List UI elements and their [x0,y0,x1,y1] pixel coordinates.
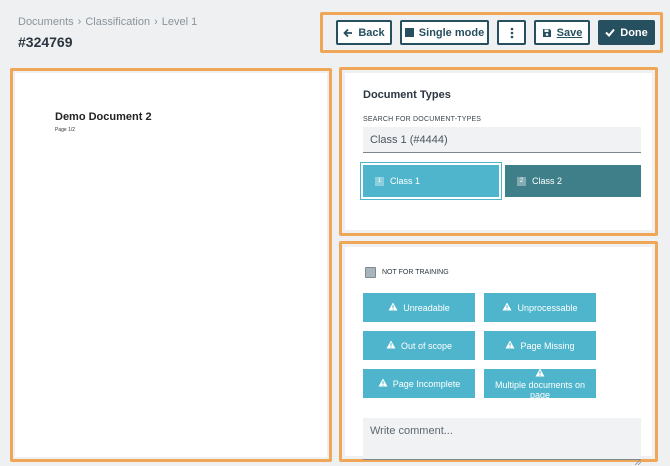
document-types-panel: Document Types SEARCH FOR DOCUMENT-TYPES… [339,67,658,236]
unreadable-label: Unreadable [403,302,450,313]
class-label: Class 1 [390,176,421,186]
document-title: Demo Document 2 [55,111,152,123]
back-label: Back [358,26,385,39]
single-mode-button[interactable]: Single mode [400,20,489,45]
not-for-training-label: NOT FOR TRAINING [382,269,449,276]
save-button[interactable]: Save [534,20,590,45]
page-missing-button[interactable]: Page Missing [484,331,596,360]
page-missing-label: Page Missing [520,340,575,351]
unreadable-button[interactable]: Unreadable [363,293,475,322]
page-incomplete-button[interactable]: Page Incomplete [363,369,475,398]
warning-triangle-icon [378,378,388,389]
back-button[interactable]: Back [336,20,392,45]
document-id: #324769 [18,34,73,50]
breadcrumb: Documents › Classification › Level 1 [18,16,197,28]
floppy-disk-icon [542,28,552,38]
class-label: Class 2 [532,176,563,186]
document-types-title: Document Types [363,89,451,101]
out-of-scope-button[interactable]: Out of scope [363,331,475,360]
breadcrumb-separator: › [154,16,158,28]
square-icon [404,28,414,37]
unprocessable-label: Unprocessable [517,302,578,313]
warning-triangle-icon [502,302,512,313]
not-for-training-option[interactable]: NOT FOR TRAINING [365,267,449,278]
document-issues-panel: NOT FOR TRAINING Unreadable Unprocessabl… [339,241,658,466]
warning-triangle-icon [386,340,396,351]
document-preview-panel: Demo Document 2 Page 1/2 [10,68,332,462]
page-indicator: Page 1/2 [55,127,76,133]
toolbar: Back Single mode Save Done [320,12,663,53]
unprocessable-button[interactable]: Unprocessable [484,293,596,322]
arrow-left-icon [343,28,353,38]
save-label: Save [556,26,583,39]
resize-handle-icon[interactable] [634,452,642,466]
warning-triangle-icon [505,340,515,351]
comment-textarea[interactable]: Write comment... [363,418,641,460]
warning-triangle-icon [388,302,398,313]
done-label: Done [620,26,648,39]
page-incomplete-label: Page Incomplete [392,378,461,389]
breadcrumb-separator: › [77,16,82,28]
shortcut-badge: 1 [375,176,384,186]
not-for-training-checkbox[interactable] [365,267,376,278]
search-label: SEARCH FOR DOCUMENT-TYPES [363,116,482,123]
breadcrumb-documents[interactable]: Documents [18,16,74,28]
single-mode-label: Single mode [418,26,485,39]
multiple-documents-label: Multiple documents on page [494,379,586,400]
shortcut-badge: 2 [517,176,526,186]
breadcrumb-classification[interactable]: Classification [85,16,150,28]
warning-triangle-icon [535,368,545,379]
class-2-button[interactable]: 2 Class 2 [505,165,641,197]
breadcrumb-level: Level 1 [161,16,198,28]
document-type-search-input[interactable]: Class 1 (#4444) [363,127,641,153]
checkmark-icon [605,28,616,37]
document-page: Demo Document 2 Page 1/2 [15,73,327,457]
vertical-ellipsis-icon [510,27,514,39]
multiple-documents-button[interactable]: Multiple documents on page [484,368,596,400]
class-1-button[interactable]: 1 Class 1 [363,165,499,197]
out-of-scope-label: Out of scope [400,340,453,351]
done-button[interactable]: Done [598,20,655,45]
more-options-button[interactable] [497,20,526,45]
